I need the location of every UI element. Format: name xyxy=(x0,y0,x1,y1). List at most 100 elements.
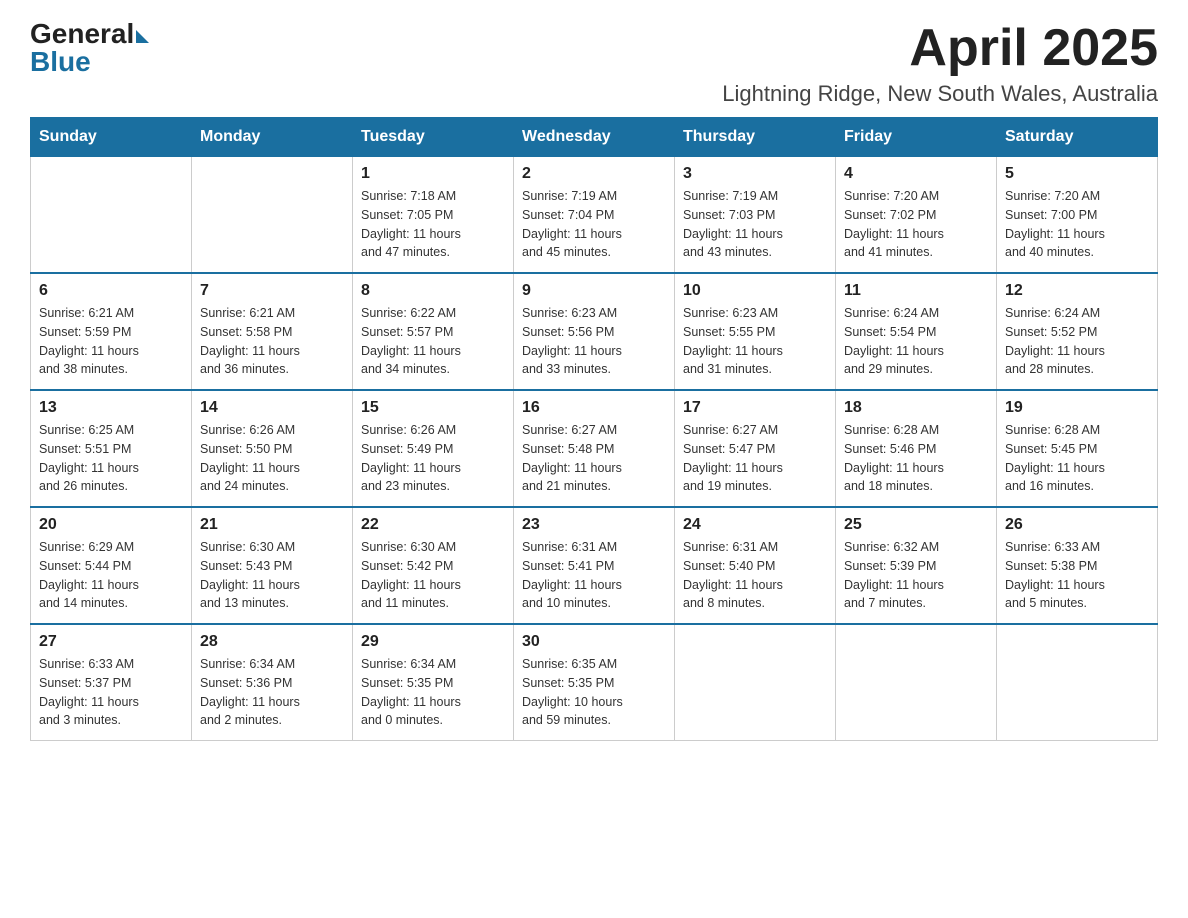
col-header-sunday: Sunday xyxy=(31,118,192,157)
page-header: General Blue April 2025 Lightning Ridge,… xyxy=(30,20,1158,107)
calendar-cell: 19Sunrise: 6:28 AMSunset: 5:45 PMDayligh… xyxy=(997,390,1158,507)
calendar-week-row: 27 Sunrise: 6:33 AMSunset: 5:37 PMDayligh… xyxy=(31,624,1158,741)
day-number: 18 xyxy=(844,399,988,417)
calendar-cell xyxy=(31,157,192,274)
month-title: April 2025 xyxy=(722,20,1158,77)
calendar-cell: 22 Sunrise: 6:30 AMSunset: 5:42 PMDayligh… xyxy=(353,507,514,624)
day-info: Sunrise: 6:23 AMSunset: 5:55 PMDaylight:… xyxy=(683,304,827,379)
day-info: Sunrise: 6:27 AMSunset: 5:47 PMDaylight:… xyxy=(683,421,827,496)
day-info: Sunrise: 6:22 AMSunset: 5:57 PMDaylight:… xyxy=(361,304,505,379)
day-number: 22 xyxy=(361,516,505,534)
day-number: 30 xyxy=(522,633,666,651)
col-header-tuesday: Tuesday xyxy=(353,118,514,157)
calendar-cell: 14 Sunrise: 6:26 AMSunset: 5:50 PMDayligh… xyxy=(192,390,353,507)
calendar-cell xyxy=(675,624,836,741)
day-number: 13 xyxy=(39,399,183,417)
logo: General Blue xyxy=(30,20,149,76)
calendar-week-row: 20 Sunrise: 6:29 AMSunset: 5:44 PMDayligh… xyxy=(31,507,1158,624)
day-number: 3 xyxy=(683,165,827,183)
calendar-cell: 28 Sunrise: 6:34 AMSunset: 5:36 PMDayligh… xyxy=(192,624,353,741)
col-header-friday: Friday xyxy=(836,118,997,157)
calendar-table: SundayMondayTuesdayWednesdayThursdayFrid… xyxy=(30,117,1158,741)
title-block: April 2025 Lightning Ridge, New South Wa… xyxy=(722,20,1158,107)
day-info: Sunrise: 6:32 AMSunset: 5:39 PMDaylight:… xyxy=(844,538,988,613)
day-info: Sunrise: 6:35 AMSunset: 5:35 PMDaylight:… xyxy=(522,655,666,730)
day-info: Sunrise: 6:33 AMSunset: 5:38 PMDaylight:… xyxy=(1005,538,1149,613)
day-info: Sunrise: 7:20 AMSunset: 7:02 PMDaylight:… xyxy=(844,187,988,262)
day-number: 17 xyxy=(683,399,827,417)
day-number: 8 xyxy=(361,282,505,300)
calendar-week-row: 6 Sunrise: 6:21 AMSunset: 5:59 PMDaylight… xyxy=(31,273,1158,390)
day-number: 7 xyxy=(200,282,344,300)
calendar-cell: 26Sunrise: 6:33 AMSunset: 5:38 PMDayligh… xyxy=(997,507,1158,624)
col-header-saturday: Saturday xyxy=(997,118,1158,157)
calendar-cell: 2 Sunrise: 7:19 AMSunset: 7:04 PMDaylight… xyxy=(514,157,675,274)
day-info: Sunrise: 6:24 AMSunset: 5:54 PMDaylight:… xyxy=(844,304,988,379)
col-header-monday: Monday xyxy=(192,118,353,157)
day-info: Sunrise: 7:20 AMSunset: 7:00 PMDaylight:… xyxy=(1005,187,1149,262)
day-number: 25 xyxy=(844,516,988,534)
calendar-cell: 17 Sunrise: 6:27 AMSunset: 5:47 PMDayligh… xyxy=(675,390,836,507)
calendar-cell xyxy=(997,624,1158,741)
day-info: Sunrise: 6:26 AMSunset: 5:50 PMDaylight:… xyxy=(200,421,344,496)
day-number: 11 xyxy=(844,282,988,300)
day-number: 16 xyxy=(522,399,666,417)
day-info: Sunrise: 6:30 AMSunset: 5:43 PMDaylight:… xyxy=(200,538,344,613)
calendar-cell: 27 Sunrise: 6:33 AMSunset: 5:37 PMDayligh… xyxy=(31,624,192,741)
day-info: Sunrise: 6:34 AMSunset: 5:36 PMDaylight:… xyxy=(200,655,344,730)
col-header-wednesday: Wednesday xyxy=(514,118,675,157)
day-info: Sunrise: 7:19 AMSunset: 7:03 PMDaylight:… xyxy=(683,187,827,262)
calendar-cell: 20 Sunrise: 6:29 AMSunset: 5:44 PMDayligh… xyxy=(31,507,192,624)
day-number: 12 xyxy=(1005,282,1149,300)
day-info: Sunrise: 6:23 AMSunset: 5:56 PMDaylight:… xyxy=(522,304,666,379)
day-info: Sunrise: 6:26 AMSunset: 5:49 PMDaylight:… xyxy=(361,421,505,496)
day-info: Sunrise: 6:21 AMSunset: 5:59 PMDaylight:… xyxy=(39,304,183,379)
calendar-cell: 23Sunrise: 6:31 AMSunset: 5:41 PMDayligh… xyxy=(514,507,675,624)
calendar-cell: 6 Sunrise: 6:21 AMSunset: 5:59 PMDaylight… xyxy=(31,273,192,390)
day-info: Sunrise: 6:27 AMSunset: 5:48 PMDaylight:… xyxy=(522,421,666,496)
day-number: 28 xyxy=(200,633,344,651)
day-number: 6 xyxy=(39,282,183,300)
calendar-cell xyxy=(192,157,353,274)
calendar-cell: 25 Sunrise: 6:32 AMSunset: 5:39 PMDayligh… xyxy=(836,507,997,624)
day-number: 5 xyxy=(1005,165,1149,183)
day-info: Sunrise: 6:24 AMSunset: 5:52 PMDaylight:… xyxy=(1005,304,1149,379)
day-number: 29 xyxy=(361,633,505,651)
day-info: Sunrise: 6:31 AMSunset: 5:41 PMDaylight:… xyxy=(522,538,666,613)
calendar-cell: 29 Sunrise: 6:34 AMSunset: 5:35 PMDayligh… xyxy=(353,624,514,741)
calendar-cell: 24Sunrise: 6:31 AMSunset: 5:40 PMDayligh… xyxy=(675,507,836,624)
day-number: 19 xyxy=(1005,399,1149,417)
calendar-week-row: 13Sunrise: 6:25 AMSunset: 5:51 PMDayligh… xyxy=(31,390,1158,507)
day-info: Sunrise: 6:34 AMSunset: 5:35 PMDaylight:… xyxy=(361,655,505,730)
day-info: Sunrise: 6:21 AMSunset: 5:58 PMDaylight:… xyxy=(200,304,344,379)
day-number: 20 xyxy=(39,516,183,534)
calendar-cell: 13Sunrise: 6:25 AMSunset: 5:51 PMDayligh… xyxy=(31,390,192,507)
calendar-cell: 8 Sunrise: 6:22 AMSunset: 5:57 PMDaylight… xyxy=(353,273,514,390)
calendar-cell: 18 Sunrise: 6:28 AMSunset: 5:46 PMDayligh… xyxy=(836,390,997,507)
logo-arrow-icon xyxy=(136,30,149,43)
day-number: 4 xyxy=(844,165,988,183)
calendar-header-row: SundayMondayTuesdayWednesdayThursdayFrid… xyxy=(31,118,1158,157)
calendar-cell: 9Sunrise: 6:23 AMSunset: 5:56 PMDaylight… xyxy=(514,273,675,390)
day-number: 2 xyxy=(522,165,666,183)
calendar-cell: 11 Sunrise: 6:24 AMSunset: 5:54 PMDayligh… xyxy=(836,273,997,390)
calendar-cell: 12 Sunrise: 6:24 AMSunset: 5:52 PMDayligh… xyxy=(997,273,1158,390)
calendar-week-row: 1Sunrise: 7:18 AMSunset: 7:05 PMDaylight… xyxy=(31,157,1158,274)
calendar-cell: 7 Sunrise: 6:21 AMSunset: 5:58 PMDaylight… xyxy=(192,273,353,390)
calendar-cell: 16 Sunrise: 6:27 AMSunset: 5:48 PMDayligh… xyxy=(514,390,675,507)
day-info: Sunrise: 6:30 AMSunset: 5:42 PMDaylight:… xyxy=(361,538,505,613)
day-info: Sunrise: 7:19 AMSunset: 7:04 PMDaylight:… xyxy=(522,187,666,262)
calendar-cell: 1Sunrise: 7:18 AMSunset: 7:05 PMDaylight… xyxy=(353,157,514,274)
calendar-cell: 10Sunrise: 6:23 AMSunset: 5:55 PMDayligh… xyxy=(675,273,836,390)
location-title: Lightning Ridge, New South Wales, Austra… xyxy=(722,81,1158,107)
calendar-cell: 5 Sunrise: 7:20 AMSunset: 7:00 PMDaylight… xyxy=(997,157,1158,274)
day-info: Sunrise: 6:31 AMSunset: 5:40 PMDaylight:… xyxy=(683,538,827,613)
calendar-cell: 3 Sunrise: 7:19 AMSunset: 7:03 PMDaylight… xyxy=(675,157,836,274)
day-info: Sunrise: 6:28 AMSunset: 5:46 PMDaylight:… xyxy=(844,421,988,496)
day-number: 21 xyxy=(200,516,344,534)
day-number: 27 xyxy=(39,633,183,651)
day-info: Sunrise: 6:29 AMSunset: 5:44 PMDaylight:… xyxy=(39,538,183,613)
day-number: 14 xyxy=(200,399,344,417)
day-info: Sunrise: 6:33 AMSunset: 5:37 PMDaylight:… xyxy=(39,655,183,730)
day-info: Sunrise: 7:18 AMSunset: 7:05 PMDaylight:… xyxy=(361,187,505,262)
